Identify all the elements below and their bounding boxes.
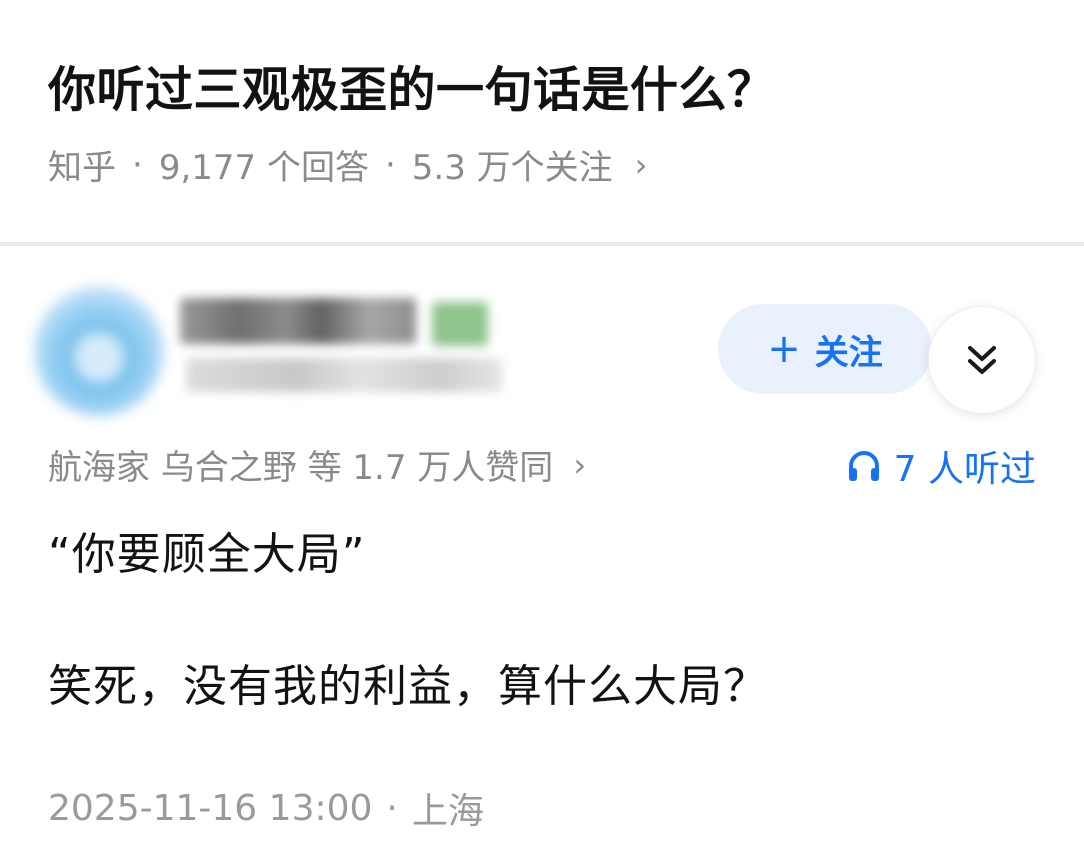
question-meta[interactable]: 知乎 · 9,177 个回答 · 5.3 万个关注 ›: [48, 140, 647, 189]
meta-separator: ·: [384, 144, 396, 185]
endorse-summary[interactable]: 航海家 乌合之野 等 1.7 万人赞同 ›: [48, 440, 586, 489]
answer-paragraph: “你要顾全大局”: [48, 529, 366, 580]
double-chevron-down-icon: [968, 346, 996, 374]
question-title[interactable]: 你听过三观极歪的一句话是什么？: [48, 50, 776, 120]
meta-separator: ·: [132, 144, 143, 185]
answer-page: 你听过三观极歪的一句话是什么？ 知乎 · 9,177 个回答 · 5.3 万个关…: [0, 0, 1084, 866]
post-location: 上海: [411, 791, 484, 832]
plus-icon: +: [767, 326, 801, 372]
follow-button[interactable]: + 关注: [718, 304, 932, 394]
source-label: 知乎: [48, 148, 116, 188]
headphones-icon: [848, 451, 879, 481]
chevron-right-icon: ›: [573, 445, 587, 484]
expand-button[interactable]: [928, 306, 1036, 414]
answer-count: 9,177 个回答: [158, 148, 369, 188]
author-badge-blurred: [432, 302, 488, 346]
follow-label: 关注: [814, 332, 883, 373]
listened-button[interactable]: 7 人听过: [846, 440, 1036, 492]
answer-paragraph: 笑死，没有我的利益，算什么大局？: [48, 661, 768, 712]
follower-count: 5.3 万个关注: [411, 148, 613, 188]
chevron-right-icon: ›: [634, 145, 648, 184]
endorse-text: 航海家 乌合之野 等 1.7 万人赞同: [48, 448, 554, 488]
footer-separator: ·: [386, 787, 398, 829]
post-date: 2025-11-16 13:00: [48, 787, 373, 829]
section-divider: [0, 242, 1084, 246]
listened-count: 7 人听过: [893, 449, 1036, 490]
answer-footer: 2025-11-16 13:00 · 上海: [48, 782, 484, 834]
avatar[interactable]: [34, 286, 164, 416]
author-bio-blurred: [186, 358, 502, 392]
author-name-blurred[interactable]: [180, 298, 416, 344]
